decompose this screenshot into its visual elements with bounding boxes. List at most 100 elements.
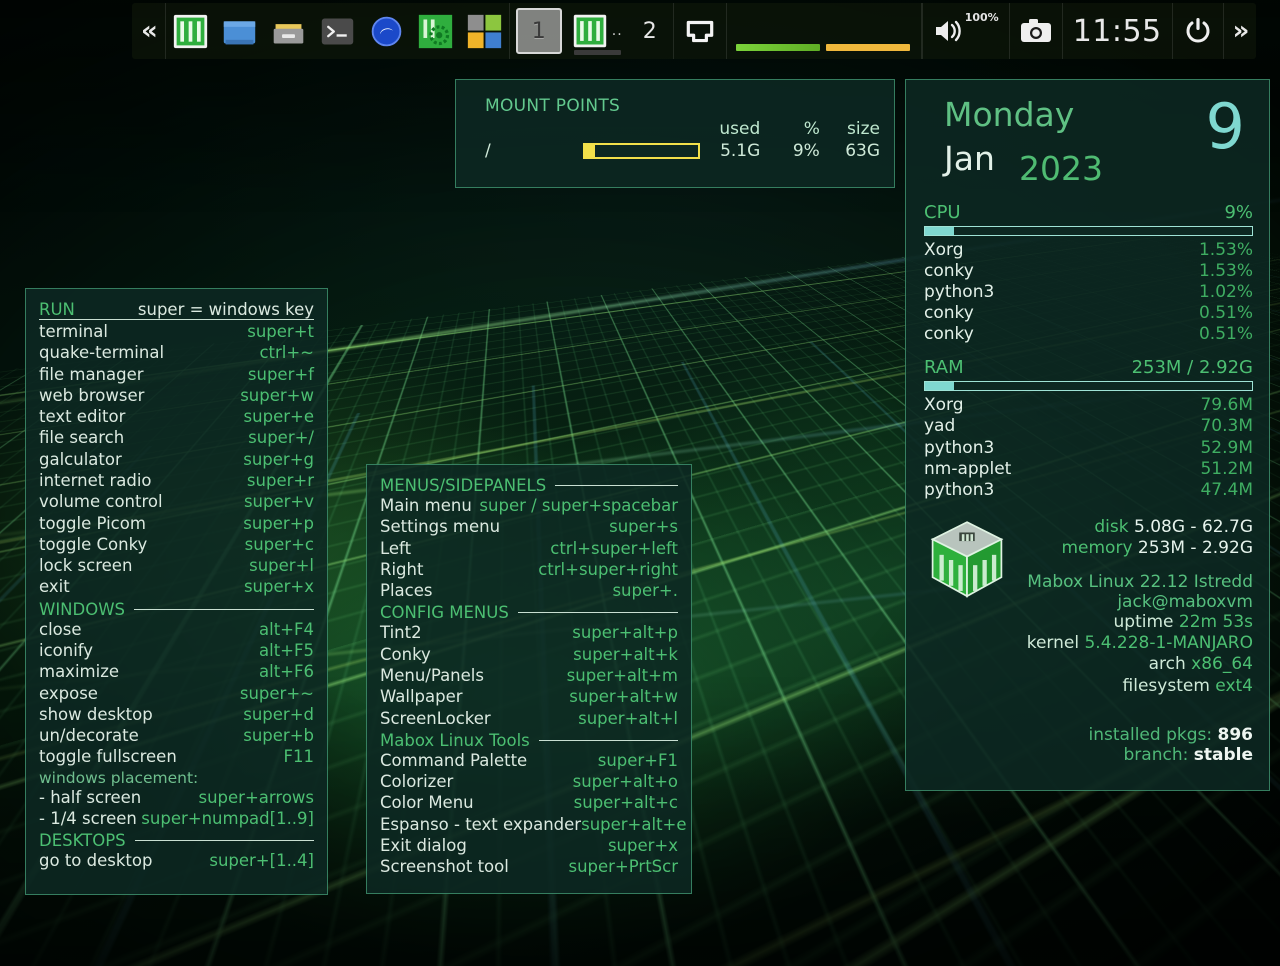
process-name: python3 [924, 282, 994, 303]
keybinding-action: ScreenLocker [380, 708, 491, 729]
show-desktop-button[interactable]: « [132, 3, 166, 59]
date-weekday: Monday [944, 98, 1074, 131]
volume-button[interactable]: 100% [922, 3, 1010, 59]
process-name: python3 [924, 480, 994, 501]
keybinding-shortcut: super+numpad[1..9] [141, 808, 314, 829]
installed-packages: installed pkgs: 896 [924, 725, 1253, 745]
drawer-icon [270, 13, 307, 50]
process-value: 1.53% [1199, 240, 1253, 261]
keybinding-shortcut: ctrl+super+left [550, 538, 678, 559]
package-info: installed pkgs: 896 branch: stable [924, 725, 1253, 765]
keybinding-row: exposesuper+~ [39, 683, 314, 704]
section-header: CONFIG MENUS [380, 603, 678, 622]
keybinding-shortcut: super+alt+p [572, 622, 678, 643]
keybinding-row: Leftctrl+super+left [380, 538, 678, 559]
keybinding-row: Menu/Panelssuper+alt+m [380, 665, 678, 686]
keybinding-action: internet radio [39, 470, 152, 491]
panel-overflow-button[interactable]: » [1224, 3, 1257, 59]
keybinding-action: file manager [39, 364, 144, 385]
detail-line: filesystem ext4 [1020, 676, 1253, 697]
file-manager-launcher[interactable] [215, 3, 264, 59]
task-window-2[interactable]: .. [562, 8, 633, 54]
keybinding-action: expose [39, 683, 98, 704]
ram-label: RAM [924, 357, 964, 378]
network-graph[interactable] [727, 3, 922, 59]
keybinding-action: Tint2 [380, 622, 422, 643]
process-value: 79.6M [1200, 395, 1253, 416]
keybinding-action: galculator [39, 449, 122, 470]
stat-key: disk [1094, 517, 1134, 537]
keybinding-row: Exit dialogsuper+x [380, 835, 678, 856]
apps-grid-launcher[interactable] [460, 3, 510, 59]
network-download-bar [736, 44, 820, 51]
installed-packages-label: installed pkgs: [1089, 725, 1213, 745]
keybinding-shortcut: super+alt+w [569, 686, 678, 707]
process-row: nm-applet51.2M [924, 459, 1253, 480]
keybinding-shortcut: super+f [248, 364, 314, 385]
keybinding-row: un/decoratesuper+b [39, 725, 314, 746]
keybinding-row: Screenshot toolsuper+PrtScr [380, 856, 678, 877]
detail-value: 22m 53s [1179, 612, 1253, 632]
detail-line: uptime 22m 53s [1020, 612, 1253, 633]
task-window-1[interactable]: 1 [516, 8, 562, 54]
keybinding-action: volume control [39, 491, 163, 512]
process-row: python347.4M [924, 480, 1253, 501]
archive-launcher[interactable] [264, 3, 313, 59]
web-browser-launcher[interactable] [362, 3, 411, 59]
mabox-logo-icon [172, 13, 209, 50]
keybinding-row: toggle Conkysuper+c [39, 534, 314, 555]
keybinding-row: internet radiosuper+r [39, 470, 314, 491]
keybinding-action: toggle Conky [39, 534, 147, 555]
process-row: conky0.51% [924, 324, 1253, 345]
network-status-button[interactable] [673, 3, 727, 59]
power-button[interactable] [1173, 3, 1224, 59]
clock-label: 11:55 [1073, 14, 1162, 49]
task-truncation-dots: .. [612, 23, 623, 39]
section-rule [518, 612, 678, 613]
keybinding-row: Placessuper+. [380, 580, 678, 601]
keybinding-action: Conky [380, 644, 431, 665]
table-header-row: used % size [470, 118, 880, 140]
detail-key: arch [1149, 654, 1192, 674]
process-row: Xorg79.6M [924, 395, 1253, 416]
mabox-menu-launcher[interactable] [166, 3, 215, 59]
stat-value: 253M - 2.92G [1138, 538, 1253, 558]
section-rule [539, 740, 678, 741]
stat-line: memory 253M - 2.92G [1020, 538, 1253, 559]
keybinding-action: - half screen [39, 787, 141, 808]
ram-bar [924, 381, 1253, 391]
keybinding-shortcut: super+alt+e [581, 814, 686, 835]
section-header: DESKTOPS [39, 831, 314, 850]
mount-points-table: used % size / 5.1G 9% 63G [470, 118, 880, 162]
date-month: Jan [944, 142, 995, 175]
keybinding-action: Menu/Panels [380, 665, 484, 686]
keybinding-shortcut: super / super+spacebar [479, 495, 678, 516]
keybinding-row: Wallpaper super+alt+w [380, 686, 678, 707]
keybinding-row: lock screensuper+l [39, 555, 314, 576]
clock[interactable]: 11:55 [1063, 3, 1173, 59]
cpu-section: CPU 9% Xorg1.53%conky1.53%python31.02%co… [924, 202, 1253, 345]
keybinding-action: close [39, 619, 82, 640]
branch-info: branch: stable [924, 745, 1253, 765]
keybinding-row: Settings menusuper+s [380, 516, 678, 537]
ram-value: 253M / 2.92G [1132, 357, 1253, 378]
process-name: Xorg [924, 240, 964, 261]
task-window-group-2[interactable]: 2 [633, 8, 667, 54]
keybinding-action: Wallpaper [380, 686, 463, 707]
terminal-launcher[interactable] [313, 3, 362, 59]
keybinding-action: un/decorate [39, 725, 139, 746]
detail-key: kernel [1027, 633, 1085, 653]
camera-icon [1020, 18, 1052, 44]
section-label: RUN [39, 300, 75, 319]
detail-value: ext4 [1215, 676, 1253, 696]
folder-blue-icon [221, 13, 258, 50]
process-value: 0.51% [1199, 324, 1253, 345]
system-summary: disk 5.08G - 62.7Gmemory 253M - 2.92G Ma… [924, 517, 1253, 697]
keybinding-row: Tint2 super+alt+p [380, 622, 678, 643]
keybinding-shortcut: super+l [249, 555, 314, 576]
screenshot-button[interactable] [1010, 3, 1063, 59]
keybinding-row: galculatorsuper+g [39, 449, 314, 470]
keybinding-shortcut: super+v [244, 491, 314, 512]
keybinding-shortcut: F11 [284, 746, 315, 767]
settings-launcher[interactable] [411, 3, 460, 59]
